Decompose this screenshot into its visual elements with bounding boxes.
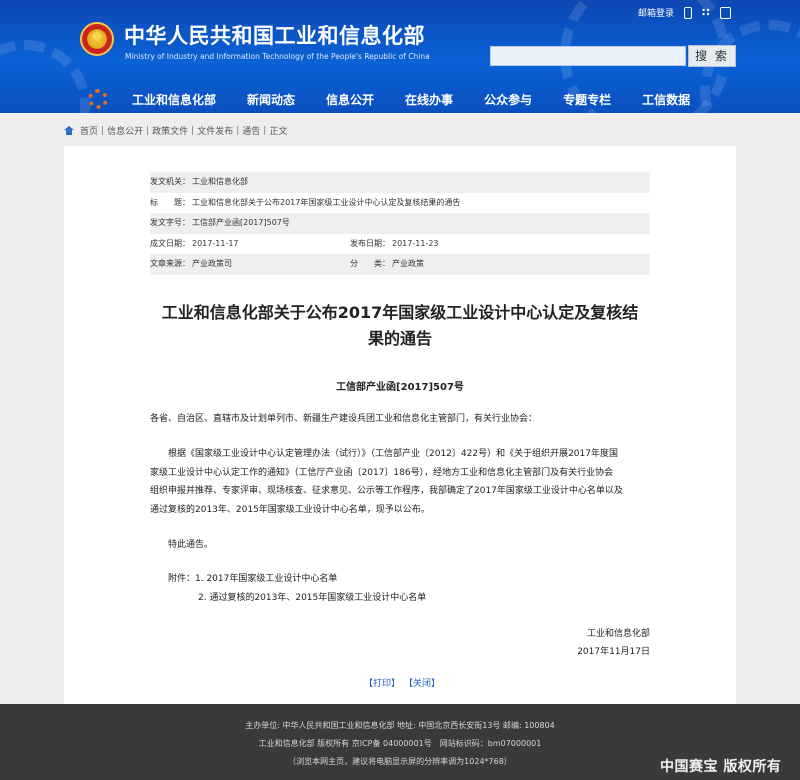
nav-item-special-topics[interactable]: 专题专栏 xyxy=(563,91,611,108)
meta-value-published: 2017-11-23 xyxy=(392,238,439,248)
attachment-link-1[interactable]: 附件：1. 2017年国家级工业设计中心名单 xyxy=(168,570,337,589)
meta-label: 文章来源： xyxy=(150,259,190,269)
signer: 工业和信息化部 xyxy=(586,629,650,639)
print-button[interactable]: 【打印】 xyxy=(364,676,400,689)
meta-row-source: 文章来源： 产业政策司 分 类： 产业政策 xyxy=(150,254,650,275)
nav-item-data[interactable]: 工信数据 xyxy=(642,91,690,108)
article-doc-number: 工信部产业函[2017]507号 xyxy=(336,382,464,393)
gear-decoration xyxy=(0,40,90,113)
article-title: 工业和信息化部关于公布2017年国家级工业设计中心认定及复核结 果的通告 xyxy=(144,300,656,352)
breadcrumb-info-disclosure[interactable]: 信息公开 xyxy=(107,124,143,137)
meta-label: 标 题： xyxy=(150,197,190,207)
meta-label: 发文字号： xyxy=(150,218,190,228)
breadcrumb-notice[interactable]: 通告 xyxy=(242,124,260,137)
attachment-link-2[interactable]: 2. 通过复核的2013年、2015年国家级工业设计中心名单 xyxy=(198,589,426,608)
watermark: 中国赛宝 版权所有 xyxy=(660,759,782,775)
nav-item-online-services[interactable]: 在线办事 xyxy=(405,91,453,108)
mobile-icon[interactable] xyxy=(684,6,693,19)
special-notice: 特此通告。 xyxy=(168,540,214,550)
footer-copyright-line: 工业和信息化部 版权所有 京ICP备 04000001号 网站标识码：bm070… xyxy=(258,739,542,748)
article-title-line: 果的通告 xyxy=(367,329,432,348)
breadcrumb-separator: | xyxy=(101,125,105,136)
meta-label: 分 类： xyxy=(350,259,390,269)
sitemap-icon[interactable] xyxy=(719,6,731,19)
rss-icon[interactable]: ∷ xyxy=(702,6,710,19)
article-body: 根据《国家级工业设计中心认定管理办法（试行）》（工信部产业〔2012〕422号）… xyxy=(150,445,660,519)
breadcrumb-separator: | xyxy=(191,125,195,136)
body-line: 家级工业设计中心认定工作的通知》（工信厅产业函〔2017〕186号），经地方工业… xyxy=(150,467,614,478)
meta-label: 成文日期： xyxy=(150,238,190,248)
meta-value-issuer: 工业和信息化部 xyxy=(192,177,248,186)
breadcrumb: 首页 | 信息公开 | 政策文件 | 文件发布 | 通告 | 正文 xyxy=(64,124,287,137)
main-nav: 工业和信息化部 新闻动态 信息公开 在线办事 公众参与 专题专栏 工信数据 xyxy=(88,88,721,110)
body-line: 通过复核的2013年、2015年国家级工业设计中心名单，现予以公布。 xyxy=(150,504,430,515)
article-salutation: 各省、自治区、直辖市及计划单列市、新疆生产建设兵团工业和信息化主管部门，有关行业… xyxy=(150,414,538,424)
site-subtitle: Ministry of Industry and Information Tec… xyxy=(125,52,430,61)
body-line: 组织申报并推荐、专家评审、现场核查、征求意见、公示等工作程序，我部确定了2017… xyxy=(150,486,623,496)
meta-row-docno: 发文字号： 工信部产业函[2017]507号 xyxy=(150,213,650,234)
meta-row-issuer: 发文机关： 工业和信息化部 xyxy=(150,172,650,193)
search-button[interactable]: 搜 索 xyxy=(688,45,736,67)
meta-value-created: 2017-11-17 xyxy=(192,238,239,248)
breadcrumb-separator: | xyxy=(146,125,150,136)
meta-value-docno: 工信部产业函[2017]507号 xyxy=(192,218,290,228)
nav-item-news[interactable]: 新闻动态 xyxy=(247,91,295,108)
home-icon xyxy=(64,126,74,135)
top-links: 邮箱登录 ∷ xyxy=(638,6,731,19)
national-emblem-logo[interactable] xyxy=(80,22,114,56)
meta-row-title: 标 题： 工业和信息化部关于公布2017年国家级工业设计中心认定及复核结果的通告 xyxy=(150,193,650,214)
nav-item-info-disclosure[interactable]: 信息公开 xyxy=(326,91,374,108)
nav-item-miit[interactable]: 工业和信息化部 xyxy=(132,91,216,108)
site-title[interactable]: 中华人民共和国工业和信息化部 xyxy=(124,20,425,50)
breadcrumb-home[interactable]: 首页 xyxy=(80,124,98,137)
breadcrumb-policy-files[interactable]: 政策文件 xyxy=(152,124,188,137)
document-metadata-table: 发文机关： 工业和信息化部 标 题： 工业和信息化部关于公布2017年国家级工业… xyxy=(150,172,650,275)
sign-date: 2017年11月17日 xyxy=(577,647,650,657)
breadcrumb-current: 正文 xyxy=(269,127,288,137)
meta-value-source: 产业政策司 xyxy=(192,259,232,269)
meta-label: 发文机关： xyxy=(150,177,190,186)
breadcrumb-file-release[interactable]: 文件发布 xyxy=(197,124,233,137)
footer-sponsor-line: 主办单位: 中华人民共和国工业和信息化部 地址: 中国北京西长安街13号 邮编:… xyxy=(245,721,555,730)
nav-item-public-participation[interactable]: 公众参与 xyxy=(484,91,532,108)
breadcrumb-separator: | xyxy=(236,125,240,136)
breadcrumb-separator: | xyxy=(263,125,267,136)
body-line: 根据《国家级工业设计中心认定管理办法（试行）》（工信部产业〔2012〕422号）… xyxy=(168,449,618,459)
meta-row-dates: 成文日期： 2017-11-17 发布日期： 2017-11-23 xyxy=(150,234,650,255)
meta-value-title: 工业和信息化部关于公布2017年国家级工业设计中心认定及复核结果的通告 xyxy=(192,197,461,207)
meta-value-category: 产业政策 xyxy=(392,259,424,269)
mail-login-link[interactable]: 邮箱登录 xyxy=(638,6,674,19)
gear-logo-icon xyxy=(88,89,108,109)
article-panel: 发文机关： 工业和信息化部 标 题： 工业和信息化部关于公布2017年国家级工业… xyxy=(64,146,736,704)
article-title-line: 工业和信息化部关于公布2017年国家级工业设计中心认定及复核结 xyxy=(161,303,639,322)
close-button[interactable]: 【关闭】 xyxy=(404,676,440,689)
site-header: 中华人民共和国工业和信息化部 Ministry of Industry and … xyxy=(0,0,800,113)
meta-label: 发布日期： xyxy=(350,238,390,248)
search-input[interactable] xyxy=(490,46,686,66)
